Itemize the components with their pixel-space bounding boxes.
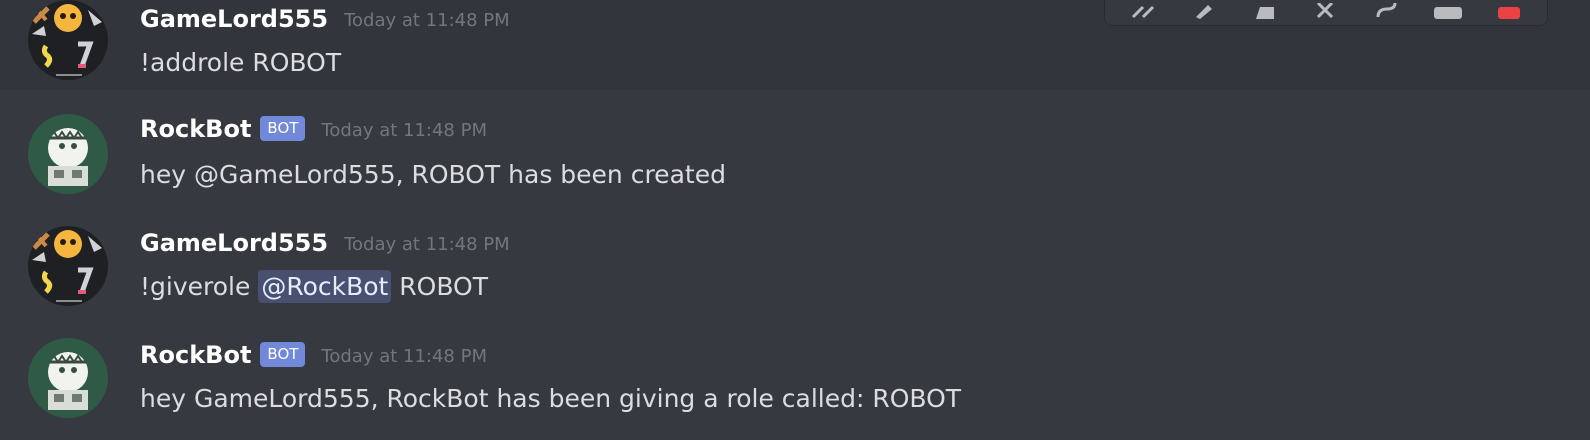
- message-header: RockBot BOT Today at 11:48 PM: [140, 114, 487, 144]
- message-actions-toolbar: [1104, 0, 1548, 26]
- rockbot-avatar-icon: [28, 338, 108, 418]
- username[interactable]: RockBot: [140, 341, 251, 369]
- message-content: hey @GameLord555, ROBOT has been created: [140, 160, 726, 189]
- avatar[interactable]: [28, 114, 108, 194]
- timestamp[interactable]: Today at 11:48 PM: [344, 234, 510, 255]
- bot-tag: BOT: [260, 341, 306, 367]
- link-icon[interactable]: [1368, 0, 1407, 19]
- message-item[interactable]: RockBot BOT Today at 11:48 PM hey @GameL…: [0, 104, 1590, 216]
- username[interactable]: GameLord555: [140, 5, 328, 33]
- message-header: GameLord555 Today at 11:48 PM: [140, 228, 510, 258]
- message-text: !giverole: [140, 272, 251, 301]
- reaction-icon[interactable]: [1245, 0, 1284, 19]
- more-icon[interactable]: [1429, 0, 1468, 19]
- username[interactable]: RockBot: [140, 115, 251, 143]
- message-header: GameLord555 Today at 11:48 PM: [140, 4, 510, 34]
- reply-icon[interactable]: [1123, 0, 1162, 19]
- timestamp[interactable]: Today at 11:48 PM: [344, 10, 510, 31]
- timestamp[interactable]: Today at 11:48 PM: [321, 120, 487, 141]
- message-content: !giverole @RockBot ROBOT: [140, 270, 488, 304]
- rockbot-avatar-icon: [28, 114, 108, 194]
- bot-tag: BOT: [260, 115, 306, 141]
- mute-icon[interactable]: [1306, 0, 1345, 19]
- gamelord-avatar-icon: [28, 0, 108, 80]
- message-item[interactable]: RockBot BOT Today at 11:48 PM hey GameLo…: [0, 328, 1590, 440]
- avatar[interactable]: [28, 0, 108, 80]
- edit-icon[interactable]: [1184, 0, 1223, 19]
- message-content: !addrole ROBOT: [140, 48, 342, 77]
- message-item[interactable]: GameLord555 Today at 11:48 PM !giverole …: [0, 216, 1590, 328]
- gamelord-avatar-icon: [28, 226, 108, 306]
- chat-messages: GameLord555 Today at 11:48 PM !addrole R…: [0, 0, 1590, 440]
- message-header: RockBot BOT Today at 11:48 PM: [140, 340, 487, 370]
- username[interactable]: GameLord555: [140, 229, 328, 257]
- timestamp[interactable]: Today at 11:48 PM: [321, 346, 487, 367]
- message-item[interactable]: GameLord555 Today at 11:48 PM !addrole R…: [0, 0, 1590, 90]
- avatar[interactable]: [28, 226, 108, 306]
- message-text: ROBOT: [399, 272, 489, 301]
- delete-icon[interactable]: [1490, 0, 1529, 19]
- message-content: hey GameLord555, RockBot has been giving…: [140, 384, 962, 413]
- avatar[interactable]: [28, 338, 108, 418]
- user-mention[interactable]: @RockBot: [258, 270, 392, 303]
